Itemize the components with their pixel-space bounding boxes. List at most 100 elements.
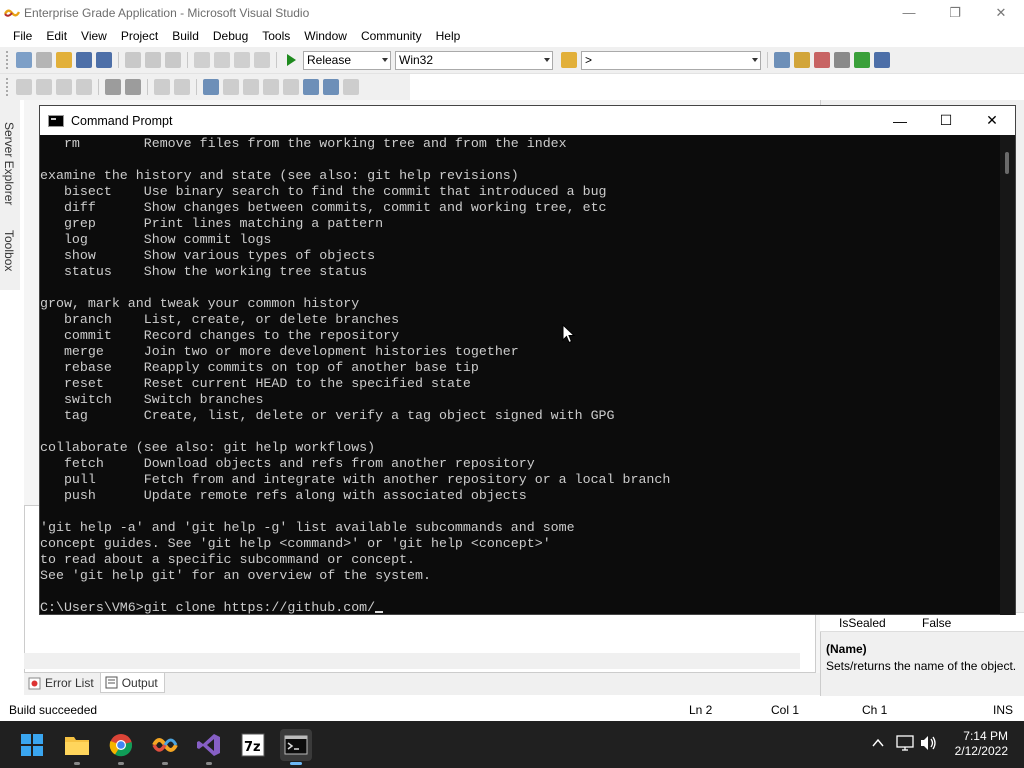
redo-icon[interactable] [214, 52, 230, 68]
solution-platform-dropdown[interactable]: Win32 [395, 50, 553, 70]
save-icon[interactable] [76, 52, 92, 68]
tools-icon[interactable] [834, 52, 850, 68]
volume-icon[interactable] [920, 735, 938, 751]
menu-community[interactable]: Community [354, 25, 429, 47]
property-value[interactable]: False [922, 616, 951, 630]
cmd-console-output[interactable]: rm Remove files from the working tree an… [40, 136, 1000, 616]
command-input-text[interactable]: git clone https://github.com/ [144, 600, 375, 615]
menu-window[interactable]: Window [297, 25, 354, 47]
clear-bookmarks-icon[interactable] [303, 79, 319, 95]
tab-error-list[interactable]: Error List [24, 673, 100, 693]
save-all-icon[interactable] [96, 52, 112, 68]
navigate-forward-icon[interactable] [254, 52, 270, 68]
paste-icon[interactable] [165, 52, 181, 68]
solution-config-dropdown[interactable]: Release [303, 50, 391, 70]
server-explorer-tab[interactable]: Server Explorer [2, 122, 16, 205]
align-center-icon[interactable] [56, 79, 72, 95]
tab-output-label: Output [121, 675, 158, 690]
output-window-icon[interactable] [874, 52, 890, 68]
start-page-icon[interactable] [854, 52, 870, 68]
taskbar-visual-studio[interactable] [193, 729, 225, 765]
status-char: Ch 1 [862, 703, 888, 717]
cmd-maximize-button[interactable]: ☐ [923, 106, 969, 135]
toolbar-separator [196, 79, 197, 95]
comment-icon[interactable] [154, 79, 170, 95]
taskbar-app[interactable] [149, 729, 181, 765]
taskbar-chrome[interactable] [105, 729, 137, 765]
navigate-icon[interactable] [234, 52, 250, 68]
properties-icon[interactable] [794, 52, 810, 68]
toolbar-separator [147, 79, 148, 95]
align-left-icon[interactable] [36, 79, 52, 95]
menu-view[interactable]: View [74, 25, 114, 47]
align-right-icon[interactable] [76, 79, 92, 95]
find-in-files-icon[interactable] [561, 52, 577, 68]
cmd-minimize-button[interactable]: — [877, 106, 923, 135]
cut-icon[interactable] [125, 52, 141, 68]
cmd-vertical-scrollbar[interactable] [1000, 135, 1015, 615]
toolbox-tab[interactable]: Toolbox [2, 230, 16, 271]
prev-bookmark-icon[interactable] [223, 79, 239, 95]
vs-title-bar: Enterprise Grade Application - Microsoft… [0, 0, 1024, 25]
vs-minimize-button[interactable]: — [886, 0, 932, 25]
console-line: tag Create, list, delete or verify a tag… [40, 408, 615, 423]
error-list-icon [28, 677, 41, 689]
menu-project[interactable]: Project [114, 25, 165, 47]
scrollbar-thumb[interactable] [1005, 152, 1009, 174]
solution-explorer-icon[interactable] [774, 52, 790, 68]
console-line: examine the history and state (see also:… [40, 168, 519, 183]
7zip-icon: 7z [241, 733, 265, 757]
taskbar-7zip[interactable]: 7z [237, 729, 269, 761]
start-debugging-icon[interactable] [283, 52, 299, 68]
open-folder-icon[interactable] [56, 52, 72, 68]
toolbar-grip[interactable] [6, 78, 10, 96]
output-horizontal-scrollbar[interactable] [24, 653, 800, 669]
vs-status-bar: Build succeeded Ln 2 Col 1 Ch 1 INS [0, 699, 1024, 721]
system-clock[interactable]: 7:14 PM 2/12/2022 [955, 729, 1008, 759]
menu-debug[interactable]: Debug [206, 25, 255, 47]
property-description-name: (Name) [826, 642, 867, 656]
uncomment-icon[interactable] [174, 79, 190, 95]
toggle-all-bookmarks-icon[interactable] [323, 79, 339, 95]
menu-file[interactable]: File [6, 25, 39, 47]
windows-taskbar: 7z 7:14 PM 2/12/2022 [0, 721, 1024, 768]
cmd-title-bar[interactable]: Command Prompt — ☐ ✕ [40, 106, 1015, 135]
prev-bookmark-folder-icon[interactable] [263, 79, 279, 95]
bookmark-icon[interactable] [203, 79, 219, 95]
console-line: grow, mark and tweak your common history [40, 296, 360, 311]
outdent-icon[interactable] [125, 79, 141, 95]
next-bookmark-icon[interactable] [243, 79, 259, 95]
menu-build[interactable]: Build [165, 25, 206, 47]
vs-restore-button[interactable]: ❐ [932, 0, 978, 25]
find-combo[interactable]: > [581, 50, 761, 70]
object-browser-icon[interactable] [814, 52, 830, 68]
taskbar-command-prompt[interactable] [280, 729, 312, 765]
next-bookmark-folder-icon[interactable] [283, 79, 299, 95]
indent-icon[interactable] [105, 79, 121, 95]
add-item-icon[interactable] [36, 52, 52, 68]
new-project-icon[interactable] [16, 52, 32, 68]
toolbar-grip[interactable] [6, 51, 10, 69]
tab-output[interactable]: Output [99, 673, 165, 693]
console-line: pull Fetch from and integrate with anoth… [40, 472, 671, 487]
undo-icon[interactable] [194, 52, 210, 68]
start-button[interactable] [16, 729, 48, 761]
copy-icon[interactable] [145, 52, 161, 68]
menu-help[interactable]: Help [429, 25, 468, 47]
running-indicator [118, 762, 124, 765]
command-input-line[interactable]: C:\Users\VM6>git clone https://github.co… [40, 600, 1000, 616]
console-line: bisect Use binary search to find the com… [40, 184, 607, 199]
command-prompt-window: Command Prompt — ☐ ✕ rm Remove files fro… [39, 105, 1016, 615]
cmd-close-button[interactable]: ✕ [969, 106, 1015, 135]
svg-text:7z: 7z [244, 740, 261, 755]
chevron-up-icon[interactable] [872, 738, 884, 748]
property-description-text: Sets/returns the name of the object. [826, 659, 1017, 673]
menu-tools[interactable]: Tools [255, 25, 297, 47]
format-document-icon[interactable] [343, 79, 359, 95]
menu-edit[interactable]: Edit [39, 25, 74, 47]
align-icon[interactable] [16, 79, 32, 95]
taskbar-file-explorer[interactable] [61, 729, 93, 765]
network-icon[interactable] [896, 735, 914, 751]
vs-close-button[interactable]: ✕ [978, 0, 1024, 25]
